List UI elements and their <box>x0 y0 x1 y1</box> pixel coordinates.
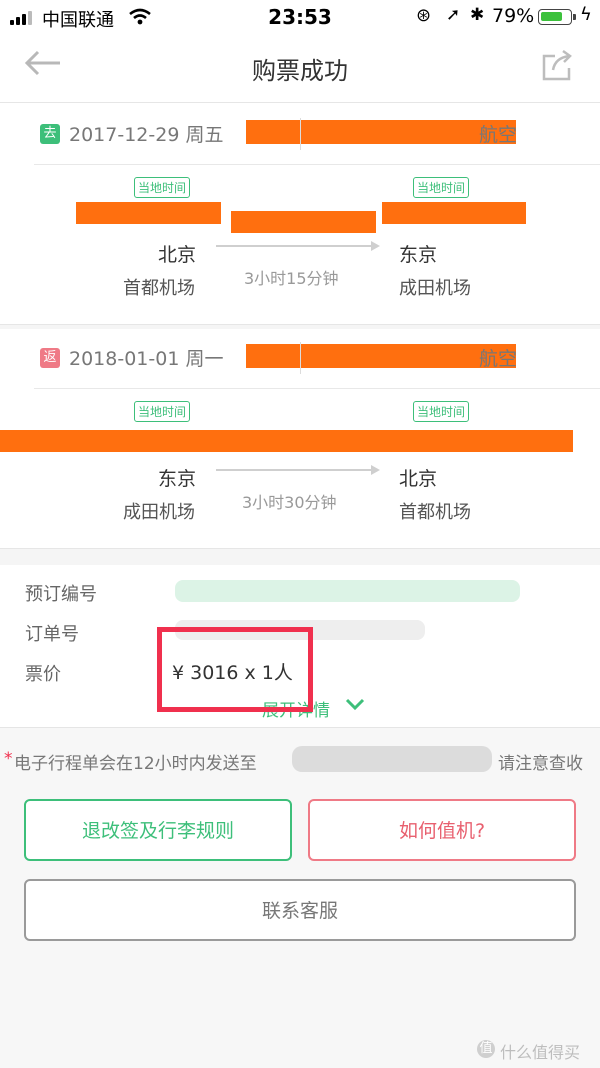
local-time-badge: 当地时间 <box>413 401 470 422</box>
booking-number-label: 预订编号 <box>25 584 97 605</box>
battery-icon <box>538 9 572 25</box>
return-dep-city: 东京 <box>158 468 197 490</box>
return-header: 返 2018-01-01 周一 航空 <box>34 328 600 389</box>
redacted-flight-no <box>231 211 376 233</box>
route-arrow-head <box>371 241 380 251</box>
return-arr-airport: 首都机场 <box>399 502 471 523</box>
rotation-lock-icon: ⊛ <box>416 5 432 26</box>
outbound-dep-airport: 首都机场 <box>123 278 195 299</box>
redacted-times <box>0 430 573 452</box>
outbound-duration: 3小时15分钟 <box>244 269 339 288</box>
battery-tip <box>573 14 576 20</box>
header-divider <box>300 118 301 150</box>
route-arrow-head <box>371 465 380 475</box>
route-arrow <box>216 245 372 247</box>
battery-percent: 79% <box>492 5 535 27</box>
refund-rules-button[interactable]: 退改签及行李规则 <box>24 799 292 861</box>
contact-service-button[interactable]: 联系客服 <box>24 879 576 941</box>
location-icon: ➚ <box>446 5 461 25</box>
redacted-dep-time <box>76 202 221 224</box>
required-star: * <box>4 749 13 769</box>
how-to-checkin-button[interactable]: 如何值机? <box>308 799 576 861</box>
header-divider <box>300 342 301 374</box>
return-arr-city: 北京 <box>399 468 438 490</box>
redacted-arr-time <box>382 202 526 224</box>
outbound-arr-city: 东京 <box>399 244 438 266</box>
return-airline-suffix: 航空 <box>479 348 518 370</box>
outbound-airline-suffix: 航空 <box>479 124 518 146</box>
watermark-logo-icon: 值 <box>477 1040 495 1058</box>
watermark-text: 什么值得买 <box>500 1043 581 1062</box>
outbound-tag: 去 <box>40 124 60 144</box>
order-number-label: 订单号 <box>25 624 79 645</box>
return-dep-airport: 成田机场 <box>123 502 195 523</box>
price-label: 票价 <box>25 664 61 685</box>
status-bar: 中国联通 23:53 ⊛ ➚ ✱ 79% ϟ <box>0 0 600 36</box>
route-arrow <box>216 469 372 471</box>
local-time-badge: 当地时间 <box>134 177 191 198</box>
return-tag: 返 <box>40 348 60 368</box>
charging-icon: ϟ <box>580 4 592 25</box>
itinerary-notice-tail: 请注意查收 <box>498 754 583 774</box>
outbound-dep-city: 北京 <box>158 244 197 266</box>
local-time-badge: 当地时间 <box>413 177 470 198</box>
highlight-box <box>157 627 313 712</box>
outbound-header: 去 2017-12-29 周五 航空 <box>34 104 600 165</box>
nav-bar: 购票成功 <box>0 36 600 103</box>
itinerary-notice: 电子行程单会在12小时内发送至 <box>14 754 257 774</box>
outbound-date: 2017-12-29 周五 <box>69 124 224 146</box>
page-title: 购票成功 <box>252 57 348 85</box>
outbound-arr-airport: 成田机场 <box>399 278 471 299</box>
local-time-badge: 当地时间 <box>134 401 191 422</box>
share-icon[interactable] <box>541 48 572 81</box>
redacted-airline <box>246 344 516 368</box>
blurred-booking-number <box>175 580 520 602</box>
bluetooth-icon: ✱ <box>470 5 485 25</box>
blurred-email <box>292 746 492 772</box>
battery-level <box>541 12 562 21</box>
return-date: 2018-01-01 周一 <box>69 348 224 370</box>
section-divider <box>0 548 600 565</box>
return-duration: 3小时30分钟 <box>242 493 337 512</box>
redacted-airline <box>246 120 516 144</box>
chevron-down-icon[interactable] <box>344 694 366 719</box>
